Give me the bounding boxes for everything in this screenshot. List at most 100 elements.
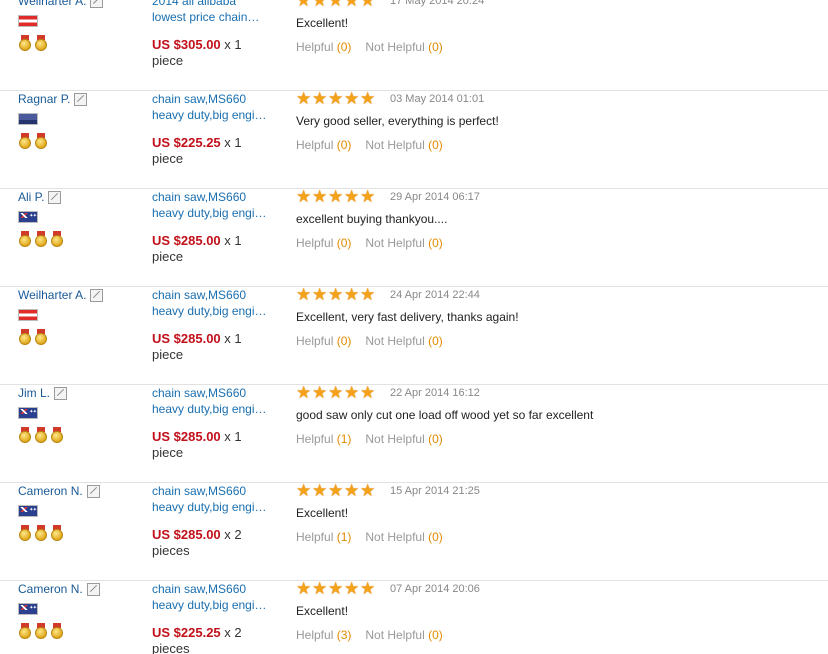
country-flag-icon [18,211,38,223]
product-link-line1[interactable]: chain saw,MS660 [152,385,267,401]
medal-icon [18,231,32,247]
price: US $285.00 [152,429,221,444]
star-icon: ★ [344,89,360,108]
star-rating: ★ ★ ★ ★ ★ [296,0,376,9]
medal-icon [18,427,32,443]
helpful-button[interactable]: Helpful (0) [296,334,351,348]
product-link-line1[interactable]: chain saw,MS660 [152,91,267,107]
helpful-label: Helpful [296,40,334,54]
buyer-name-link[interactable]: Jim L. [18,385,50,401]
medal-icon [18,329,32,345]
helpful-button[interactable]: Helpful (0) [296,236,351,250]
helpful-button[interactable]: Helpful (3) [296,628,351,642]
product-info: chain saw,MS660 heavy duty,big engi… US $2… [152,581,287,654]
feedback-list: Weilharter A. 2014 all alibaba lowest pric… [0,0,828,654]
contact-icon[interactable] [74,92,88,106]
product-link-line1[interactable]: chain saw,MS660 [152,189,267,205]
vote-links: Helpful (1) Not Helpful (0) [296,431,816,447]
not-helpful-button[interactable]: Not Helpful (0) [365,40,442,54]
buyer-name-link[interactable]: Cameron N. [18,581,83,597]
star-icon: ★ [296,579,312,598]
product-link-line2[interactable]: heavy duty,big engi… [152,303,267,319]
medal-icon [50,231,64,247]
contact-icon[interactable] [90,288,104,302]
star-rating: ★ ★ ★ ★ ★ [296,384,376,401]
product-link-line2[interactable]: heavy duty,big engi… [152,205,267,221]
product-link-line2[interactable]: lowest price chain… [152,9,267,25]
feedback-date: 22 Apr 2014 16:12 [390,387,480,399]
buyer-name-link[interactable]: Cameron N. [18,483,83,499]
quantity: x 2 [224,625,242,640]
not-helpful-button[interactable]: Not Helpful (0) [365,432,442,446]
medal-icon [34,231,48,247]
helpful-button[interactable]: Helpful (1) [296,432,351,446]
vote-links: Helpful (0) Not Helpful (0) [296,235,816,251]
buyer-name-link[interactable]: Weilharter A. [18,287,86,303]
contact-icon[interactable] [48,190,62,204]
star-icon: ★ [360,481,376,500]
vote-links: Helpful (0) Not Helpful (0) [296,137,816,153]
product-link-line1[interactable]: chain saw,MS660 [152,581,267,597]
medal-icon [18,35,32,51]
buyer-info: Cameron N. [18,581,148,639]
price-quantity: US $285.00 x 1 piece [152,233,287,265]
product-link-line1[interactable]: 2014 all alibaba [152,0,267,9]
contact-icon[interactable] [86,582,100,596]
helpful-count: (1) [336,530,352,544]
contact-icon[interactable] [86,484,100,498]
quantity-unit: pieces [152,641,190,654]
medal-icon [18,133,32,149]
feedback-row: Jim L. chain saw,MS660heavy duty,big engi… [0,384,828,483]
star-icon: ★ [312,579,328,598]
price: US $285.00 [152,331,221,346]
not-helpful-label: Not Helpful [365,40,425,54]
country-flag-icon [18,113,38,125]
feedback-row: Ragnar P. chain saw,MS660 heavy duty,big e… [0,89,828,189]
product-link-line2[interactable]: heavy duty,big engi… [152,499,267,515]
product-info: chain saw,MS660 heavy duty,big engi… US $2… [152,385,287,461]
contact-icon[interactable] [54,386,68,400]
not-helpful-count: (0) [428,40,443,54]
product-link-line1[interactable]: chain saw,MS660 [152,483,267,499]
product-link-line2[interactable]: heavy duty,big engi… [152,401,267,417]
product-link-line2[interactable]: heavy duty,big engi… [152,597,267,613]
product-info: chain saw,MS660 heavy duty,big engi… US $2… [152,189,287,265]
feedback-comment: excellent buying thankyou.... [296,212,448,226]
buyer-name-link[interactable]: Ali P. [18,189,44,205]
feedback-comment: Excellent! [296,604,349,618]
star-icon: ★ [312,481,328,500]
buyer-name-link[interactable]: Ragnar P. [18,91,70,107]
quantity: x 1 [224,233,242,248]
price-quantity: US $285.00 x 2 pieces [152,527,287,559]
helpful-button[interactable]: Helpful (0) [296,138,351,152]
price: US $285.00 [152,233,221,248]
not-helpful-button[interactable]: Not Helpful (0) [365,628,442,642]
buyer-name-link[interactable]: Weilharter A. [18,0,86,9]
country-flag-icon [18,407,38,419]
not-helpful-button[interactable]: Not Helpful (0) [365,530,442,544]
product-link-line2[interactable]: heavy duty,big engi… [152,107,267,123]
contact-icon[interactable] [90,0,104,8]
medal-icon [34,623,48,639]
buyer-info: Cameron N. [18,483,148,541]
helpful-button[interactable]: Helpful (1) [296,530,351,544]
not-helpful-label: Not Helpful [365,628,425,642]
helpful-button[interactable]: Helpful (0) [296,40,351,54]
star-icon: ★ [344,187,360,206]
not-helpful-button[interactable]: Not Helpful (0) [365,138,442,152]
buyer-level-medals [18,623,148,639]
star-icon: ★ [312,187,328,206]
price: US $225.25 [152,135,221,150]
price-quantity: US $305.00 x 1 piece [152,37,287,69]
star-icon: ★ [344,285,360,304]
product-link-line1[interactable]: chain saw,MS660 [152,287,267,303]
vote-links: Helpful (0) Not Helpful (0) [296,333,816,349]
price-quantity: US $285.00 x 1 piece [152,331,287,363]
medal-icon [18,525,32,541]
not-helpful-button[interactable]: Not Helpful (0) [365,334,442,348]
feedback-content: ★ ★ ★ ★ ★ 22 Apr 2014 16:12 good saw only cut … [296,384,816,447]
not-helpful-count: (0) [428,138,443,152]
feedback-content: ★ ★ ★ ★ ★ 17 May 2014 20:24 Excellent! Helpful … [296,0,816,55]
not-helpful-button[interactable]: Not Helpful (0) [365,236,442,250]
vote-links: Helpful (0) Not Helpful (0) [296,39,816,55]
